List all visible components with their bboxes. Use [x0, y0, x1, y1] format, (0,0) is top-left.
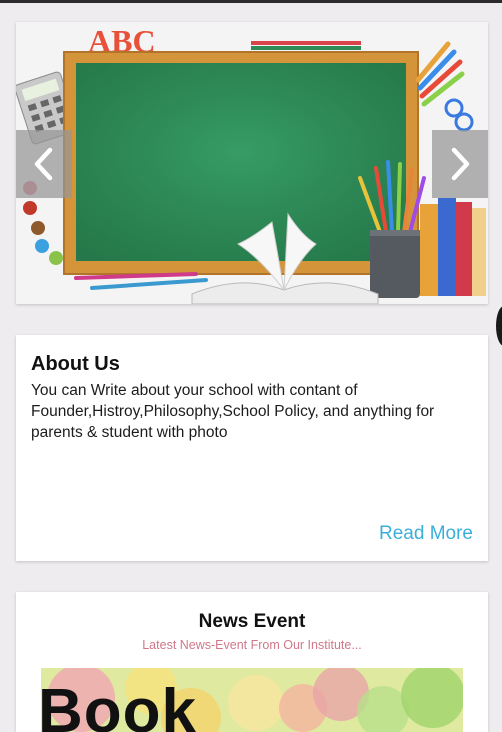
about-body: You can Write about your school with con… [31, 382, 435, 441]
news-image[interactable]: Book [41, 668, 463, 732]
about-title: About Us [31, 353, 120, 375]
slider-prev-button[interactable] [16, 130, 72, 198]
news-image-text: Book [41, 677, 197, 732]
floating-edge-button[interactable] [496, 306, 502, 346]
status-bar-edge [0, 0, 502, 3]
image-slider[interactable]: ABC [16, 22, 488, 304]
chevron-right-icon [451, 147, 470, 181]
chalkboard-image: ABC [16, 22, 488, 304]
news-subtitle: Latest News-Event From Our Institute... [142, 638, 362, 652]
news-card: News Event Latest News-Event From Our In… [16, 592, 488, 732]
chevron-left-icon [34, 147, 53, 181]
slider-next-button[interactable] [432, 130, 488, 198]
news-title: News Event [198, 611, 306, 632]
about-card: About Us You can Write about your school… [16, 335, 488, 561]
read-more-link[interactable]: Read More [379, 523, 473, 545]
